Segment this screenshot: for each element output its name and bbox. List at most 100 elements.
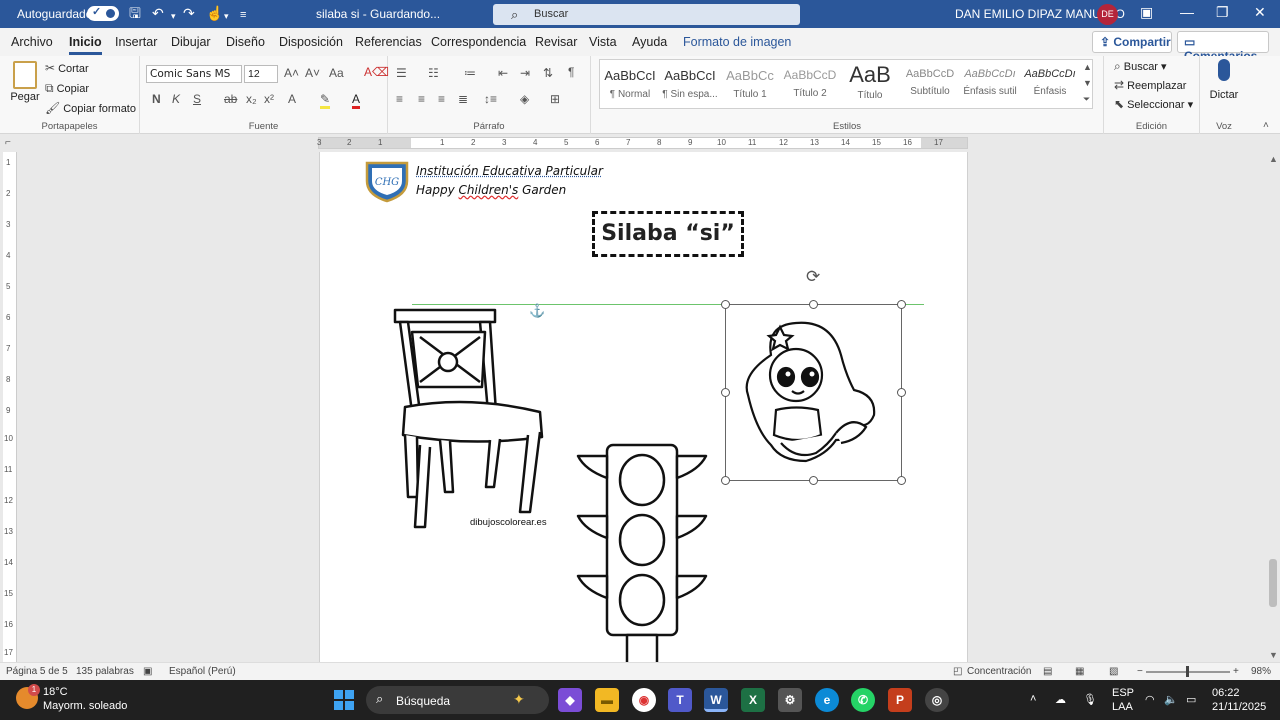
restore-icon[interactable]: ❐ bbox=[1216, 4, 1229, 21]
font-color-icon[interactable]: A bbox=[352, 92, 361, 109]
tab-archivo[interactable]: Archivo bbox=[11, 35, 53, 49]
app-icon[interactable]: ⚙ bbox=[778, 688, 802, 712]
clock-time[interactable]: 06:22 bbox=[1212, 687, 1240, 699]
shading-icon[interactable]: ◈ bbox=[520, 92, 529, 106]
comments-button[interactable]: ▭ Comentarios bbox=[1177, 31, 1269, 63]
numbering-icon[interactable]: ☷ bbox=[428, 66, 439, 80]
grow-font-icon[interactable]: A˄ bbox=[284, 66, 299, 80]
justify-icon[interactable]: ≣ bbox=[458, 92, 468, 106]
share-button[interactable]: ⇪ Compartir bbox=[1092, 31, 1172, 53]
language-bottom[interactable]: LAA bbox=[1112, 701, 1133, 713]
ribbon-display-icon[interactable]: ▣ bbox=[1140, 4, 1153, 21]
excel-icon[interactable]: X bbox=[741, 688, 765, 712]
align-left-icon[interactable]: ≡ bbox=[396, 92, 403, 106]
underline-icon[interactable]: S bbox=[193, 92, 201, 106]
align-right-icon[interactable]: ≡ bbox=[438, 92, 445, 106]
tab-vista[interactable]: Vista bbox=[589, 35, 617, 49]
volume-icon[interactable]: 🔈 bbox=[1164, 693, 1178, 706]
wifi-icon[interactable]: ◠ bbox=[1145, 693, 1155, 706]
zoom-slider-knob[interactable] bbox=[1186, 666, 1189, 677]
collapse-ribbon-icon[interactable]: ˄ bbox=[1263, 120, 1269, 131]
tab-insertar[interactable]: Insertar bbox=[115, 35, 157, 49]
start-button[interactable] bbox=[334, 690, 354, 710]
tab-ayuda[interactable]: Ayuda bbox=[632, 35, 667, 49]
battery-icon[interactable]: ▭ bbox=[1186, 693, 1196, 706]
increase-indent-icon[interactable]: ⇥ bbox=[520, 66, 530, 80]
scroll-thumb[interactable] bbox=[1269, 559, 1277, 607]
print-layout-icon[interactable]: ▦ bbox=[1075, 666, 1084, 677]
tab-diseno[interactable]: Diseño bbox=[226, 35, 265, 49]
vertical-ruler[interactable]: 1 2 3 4 5 6 7 8 9 10 11 12 13 14 15 16 1… bbox=[3, 152, 17, 662]
redo-icon[interactable]: ↷ bbox=[183, 5, 195, 21]
focus-mode[interactable]: Concentración bbox=[967, 666, 1031, 677]
bullets-icon[interactable]: ☰ bbox=[396, 66, 407, 80]
multilevel-icon[interactable]: ≔ bbox=[464, 66, 476, 80]
weather-temperature[interactable]: 18°C bbox=[43, 686, 68, 698]
word-count[interactable]: 135 palabras bbox=[76, 666, 134, 677]
styles-scroll-down-icon[interactable]: ▼ bbox=[1083, 78, 1092, 88]
font-size-select[interactable]: 12 bbox=[244, 65, 278, 83]
title-textbox[interactable]: Silaba “si” bbox=[592, 211, 744, 257]
page-count[interactable]: Página 5 de 5 bbox=[6, 666, 68, 677]
document-title[interactable]: silaba si - Guardando... bbox=[316, 7, 440, 21]
tab-inicio[interactable]: Inicio bbox=[69, 35, 102, 55]
cloud-icon[interactable]: ☁ bbox=[1055, 693, 1066, 706]
cut-button[interactable]: ✂ Cortar bbox=[45, 61, 89, 75]
pilcrow-icon[interactable]: ¶ bbox=[568, 65, 574, 79]
resize-handle-w[interactable] bbox=[721, 388, 730, 397]
find-button[interactable]: ⌕ Buscar ▾ bbox=[1114, 59, 1167, 74]
style-heading2[interactable]: AaBbCcD Título 2 bbox=[781, 62, 839, 110]
paste-button[interactable]: Pegar bbox=[10, 61, 40, 103]
document-page[interactable]: CHG Institución Educativa Particular Hap… bbox=[319, 152, 968, 662]
tab-selector-icon[interactable]: ⌐ bbox=[5, 137, 11, 148]
mic-tray-icon[interactable]: 🎙 bbox=[1083, 693, 1097, 706]
chrome-icon[interactable]: ◉ bbox=[632, 688, 656, 712]
file-explorer-icon[interactable]: ▬ bbox=[595, 688, 619, 712]
vertical-scrollbar[interactable]: ▲ ▼ bbox=[1268, 154, 1279, 662]
edge-icon[interactable]: e bbox=[815, 688, 839, 712]
customize-qat-icon[interactable]: ≡ bbox=[240, 7, 246, 23]
align-center-icon[interactable]: ≡ bbox=[418, 92, 425, 106]
save-icon[interactable]: 🖫 bbox=[129, 5, 141, 21]
bold-icon[interactable]: N bbox=[152, 92, 161, 106]
copilot-icon[interactable]: ◆ bbox=[558, 688, 582, 712]
tab-formato-imagen[interactable]: Formato de imagen bbox=[683, 35, 791, 49]
zoom-in-icon[interactable]: + bbox=[1233, 666, 1239, 677]
clock-date[interactable]: 21/11/2025 bbox=[1212, 701, 1266, 713]
resize-handle-sw[interactable] bbox=[721, 476, 730, 485]
undo-icon[interactable]: ↶ bbox=[152, 5, 164, 21]
style-normal[interactable]: AaBbCcI ¶ Normal bbox=[601, 62, 659, 110]
app-notification-icon[interactable]: ◎ bbox=[925, 688, 949, 712]
close-icon[interactable]: ✕ bbox=[1254, 4, 1266, 21]
copy-button[interactable]: ⧉ Copiar bbox=[45, 81, 89, 96]
style-heading1[interactable]: AaBbCc Título 1 bbox=[721, 62, 779, 110]
format-painter-button[interactable]: 🖌 Copiar formato bbox=[45, 101, 136, 115]
styles-more-icon[interactable]: ⏷ bbox=[1083, 94, 1090, 105]
decrease-indent-icon[interactable]: ⇤ bbox=[498, 66, 508, 80]
font-name-select[interactable]: Comic Sans MS bbox=[146, 65, 242, 83]
style-subtle-emphasis[interactable]: AaBbCcDı Énfasis sutil bbox=[961, 62, 1019, 110]
zoom-level[interactable]: 98% bbox=[1251, 666, 1271, 677]
styles-scroll-up-icon[interactable]: ▲ bbox=[1083, 62, 1092, 72]
focus-icon[interactable]: ◰ bbox=[953, 666, 962, 677]
traffic-light-image[interactable] bbox=[575, 442, 710, 662]
sort-icon[interactable]: ⇅ bbox=[543, 66, 553, 80]
teams-icon[interactable]: T bbox=[668, 688, 692, 712]
weather-condition[interactable]: Mayorm. soleado bbox=[43, 700, 127, 712]
resize-handle-n[interactable] bbox=[809, 300, 818, 309]
text-effects-icon[interactable]: A bbox=[288, 92, 296, 106]
rotate-handle-icon[interactable]: ⟳ bbox=[806, 267, 820, 287]
chair-image[interactable] bbox=[390, 307, 550, 532]
language-status[interactable]: Español (Perú) bbox=[169, 666, 236, 677]
clear-format-icon[interactable]: A⌫ bbox=[364, 65, 389, 79]
web-layout-icon[interactable]: ▧ bbox=[1109, 666, 1118, 677]
taskbar-search[interactable]: ⌕ Búsqueda ✦ bbox=[366, 686, 549, 714]
tab-correspondencia[interactable]: Correspondencia bbox=[431, 35, 526, 49]
autosave-toggle[interactable]: ✓ bbox=[87, 6, 119, 21]
avatar[interactable]: DE bbox=[1097, 4, 1118, 25]
line-spacing-icon[interactable]: ↕≡ bbox=[484, 92, 497, 106]
read-mode-icon[interactable]: ▤ bbox=[1043, 666, 1052, 677]
superscript-icon[interactable]: x² bbox=[264, 92, 274, 106]
word-icon[interactable]: W bbox=[704, 688, 728, 712]
resize-handle-ne[interactable] bbox=[897, 300, 906, 309]
